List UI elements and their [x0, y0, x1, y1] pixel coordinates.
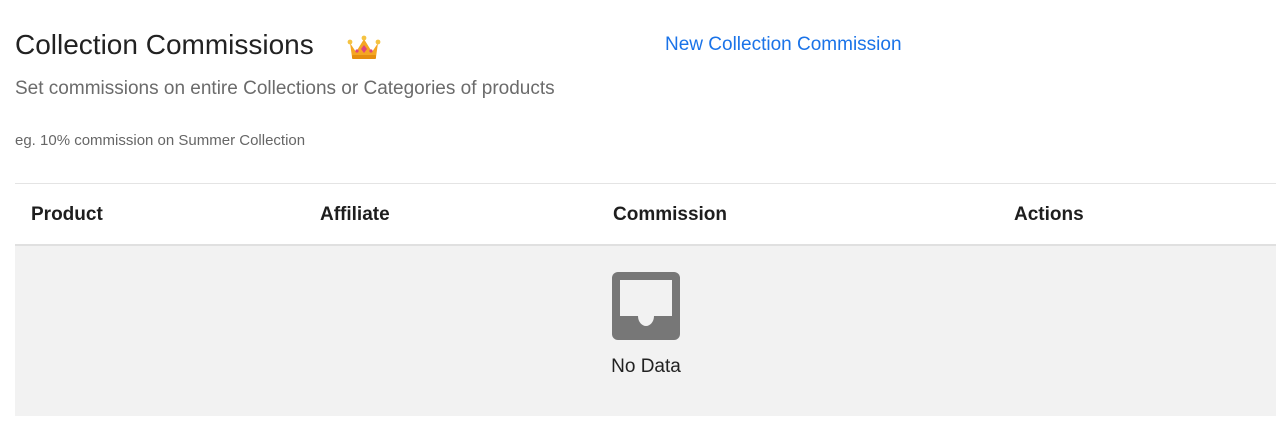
- commissions-table: Product Affiliate Commission Actions No …: [15, 184, 1276, 416]
- column-header-product: Product: [31, 204, 103, 225]
- page-title: Collection Commissions: [15, 29, 314, 60]
- crown-icon: [347, 35, 381, 59]
- collection-commissions-page: Collection Commissions New Collection Co…: [0, 0, 1288, 427]
- inbox-icon: [612, 272, 680, 340]
- example-hint: eg. 10% commission on Summer Collection: [15, 132, 306, 149]
- empty-state: No Data: [15, 246, 1276, 416]
- table-header: Product Affiliate Commission Actions: [15, 184, 1276, 246]
- column-header-affiliate: Affiliate: [320, 204, 390, 225]
- column-header-actions: Actions: [1014, 204, 1084, 225]
- column-header-commission: Commission: [613, 204, 728, 225]
- empty-state-text: No Data: [611, 356, 681, 377]
- page-subtitle: Set commissions on entire Collections or…: [15, 78, 555, 99]
- new-collection-commission-link[interactable]: New Collection Commission: [665, 33, 902, 57]
